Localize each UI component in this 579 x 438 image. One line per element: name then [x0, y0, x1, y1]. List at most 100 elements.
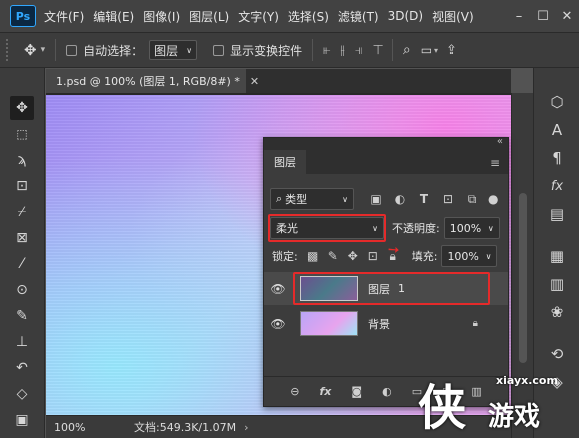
- tab-layers[interactable]: 图层: [264, 150, 306, 174]
- layer-thumbnail[interactable]: [300, 311, 358, 336]
- fill-input[interactable]: 100% ∨: [441, 245, 498, 267]
- document-info: 文档:549.3K/1.07M: [134, 421, 237, 434]
- quick-select-tool-icon[interactable]: ⊡: [10, 174, 34, 198]
- layer-row-background[interactable]: 👁︎ 背景 🔒︎: [264, 307, 508, 340]
- lock-all-icon[interactable]: 🔒︎: [386, 249, 400, 264]
- lock-label: 锁定:: [272, 250, 298, 263]
- align-center-icon[interactable]: ⫲: [340, 43, 344, 58]
- options-bar-grip[interactable]: [6, 39, 12, 61]
- layer-name[interactable]: 背景: [368, 316, 390, 332]
- color-palette-icon[interactable]: ❀: [543, 300, 571, 324]
- watermark-url: xiayx.com: [496, 374, 558, 387]
- maximize-icon[interactable]: ☐: [531, 9, 555, 24]
- brush-tool-icon[interactable]: ✎: [10, 304, 34, 328]
- properties-icon[interactable]: ▤: [543, 202, 571, 226]
- menu-layer[interactable]: 图层(L): [189, 8, 229, 25]
- photoshop-logo[interactable]: Ps: [10, 5, 36, 27]
- watermark: 侠 xiayx.com 游戏: [418, 366, 579, 438]
- minimize-icon[interactable]: –: [507, 9, 531, 24]
- menu-file[interactable]: 文件(F): [44, 8, 84, 25]
- lock-image-icon[interactable]: ✎: [326, 249, 340, 263]
- styles-fx-icon[interactable]: fx: [543, 174, 571, 198]
- document-tab-bar: 1.psd @ 100% (图层 1, RGB/8#) * ✕: [46, 69, 511, 93]
- filter-smart-object-icon[interactable]: ⧉: [464, 192, 480, 207]
- menu-type[interactable]: 文字(Y): [238, 8, 279, 25]
- selected-layer-highlight: [293, 272, 490, 305]
- filter-adjustment-icon[interactable]: ◐: [392, 192, 408, 206]
- move-tool-icon[interactable]: ✥: [10, 96, 34, 120]
- visibility-eye-icon[interactable]: 👁︎: [264, 282, 292, 296]
- layer-lock-icon[interactable]: 🔒︎: [473, 318, 478, 329]
- zoom-level[interactable]: 100%: [54, 421, 104, 434]
- chevron-down-icon: ∨: [487, 223, 494, 233]
- opacity-input[interactable]: 100% ∨: [443, 217, 500, 239]
- auto-select-checkbox[interactable]: [66, 44, 78, 56]
- history-brush-tool-icon[interactable]: ↶: [10, 356, 34, 380]
- menu-filter[interactable]: 滤镜(T): [338, 8, 379, 25]
- align-top-icon[interactable]: ⊤: [373, 43, 384, 58]
- fx-icon[interactable]: fx: [320, 385, 332, 398]
- eyedropper-tool-icon[interactable]: ⁄: [10, 252, 34, 276]
- adjustment-icon[interactable]: ◐: [382, 385, 392, 398]
- collapse-icon[interactable]: «: [497, 136, 503, 147]
- share-icon[interactable]: ⇪: [446, 43, 457, 58]
- scrollbar-thumb[interactable]: [519, 193, 527, 363]
- watermark-logo-char: 侠: [418, 380, 467, 436]
- close-tab-icon[interactable]: ✕: [250, 75, 259, 88]
- filter-type-icon[interactable]: T: [416, 192, 432, 206]
- visibility-eye-icon[interactable]: 👁︎: [264, 317, 292, 331]
- eraser-tool-icon[interactable]: ◇: [10, 382, 34, 406]
- swatches-icon[interactable]: ▦: [543, 244, 571, 268]
- character-icon[interactable]: A: [543, 118, 571, 142]
- lock-position-icon[interactable]: ✥: [346, 249, 360, 263]
- close-icon[interactable]: ✕: [555, 9, 579, 24]
- history-icon[interactable]: ⟲: [543, 342, 571, 366]
- 3d-icon[interactable]: ⬡: [543, 90, 571, 114]
- mask-icon[interactable]: ◙: [351, 385, 362, 398]
- menu-bar: Ps 文件(F) 编辑(E) 图像(I) 图层(L) 文字(Y) 选择(S) 滤…: [0, 0, 579, 32]
- layer-filter-row: ⌕ 类型 ∨ ▣ ◐ T ⊡ ⧉ ●: [264, 188, 508, 210]
- filter-shape-icon[interactable]: ⊡: [440, 192, 456, 206]
- gradients-icon[interactable]: ▥: [543, 272, 571, 296]
- move-tool-icon[interactable]: ✥: [24, 41, 37, 59]
- crop-tool-icon[interactable]: ⌿: [10, 200, 34, 224]
- gradient-tool-icon[interactable]: ▣: [10, 408, 34, 432]
- filter-pixel-icon[interactable]: ▣: [368, 192, 384, 206]
- panel-title-strip[interactable]: «: [264, 136, 508, 150]
- search-icon[interactable]: ⌕: [403, 42, 411, 58]
- tool-preset-chevron-icon[interactable]: ▾: [41, 45, 46, 55]
- show-transform-checkbox[interactable]: [213, 44, 225, 56]
- workspace-icon[interactable]: ▭: [421, 43, 432, 57]
- lock-transparent-icon[interactable]: ▩: [306, 249, 320, 263]
- options-bar: ✥ ▾ 自动选择： 图层 ∨ 显示变换控件 ⫦ ⫲ ⫣ ⊤ ⌕ ▭ ▾ ⇪: [0, 32, 579, 68]
- stamp-tool-icon[interactable]: ⊥: [10, 330, 34, 354]
- filter-kind-dropdown[interactable]: ⌕ 类型 ∨: [270, 188, 354, 210]
- document-tab[interactable]: 1.psd @ 100% (图层 1, RGB/8#) * ✕: [46, 69, 259, 93]
- auto-select-label: 自动选择：: [83, 43, 144, 58]
- status-arrow-icon[interactable]: ›: [244, 421, 248, 434]
- lock-artboard-icon[interactable]: ⊡: [366, 249, 380, 263]
- lock-row: 锁定: ▩ ✎ ✥ ⊡ 🔒︎ 填充: 100% ∨: [264, 245, 508, 267]
- auto-select-target-dropdown[interactable]: 图层 ∨: [149, 40, 198, 60]
- lasso-tool-icon[interactable]: ϡ: [10, 148, 34, 172]
- search-icon: ⌕: [276, 192, 283, 205]
- paragraph-icon[interactable]: ¶: [543, 146, 571, 170]
- menu-image[interactable]: 图像(I): [143, 8, 180, 25]
- opacity-label: 不透明度:: [392, 222, 440, 235]
- menu-3d[interactable]: 3D(D): [388, 9, 423, 23]
- frame-tool-icon[interactable]: ⊠: [10, 226, 34, 250]
- menu-view[interactable]: 视图(V): [432, 8, 474, 25]
- fill-value: 100%: [447, 249, 479, 263]
- show-transform-label: 显示变换控件: [230, 43, 303, 58]
- menu-edit[interactable]: 编辑(E): [93, 8, 134, 25]
- marquee-tool-icon[interactable]: ⬚: [10, 122, 34, 146]
- menu-select[interactable]: 选择(S): [288, 8, 329, 25]
- workspace-chevron-icon[interactable]: ▾: [434, 46, 438, 55]
- align-right-icon[interactable]: ⫣: [355, 43, 363, 58]
- healing-brush-tool-icon[interactable]: ⊙: [10, 278, 34, 302]
- link-icon[interactable]: ⊖: [290, 385, 299, 398]
- align-left-icon[interactable]: ⫦: [323, 43, 330, 58]
- divider: [312, 39, 314, 61]
- panel-menu-icon[interactable]: ≡: [490, 156, 500, 170]
- filter-toggle-icon[interactable]: ●: [488, 192, 498, 206]
